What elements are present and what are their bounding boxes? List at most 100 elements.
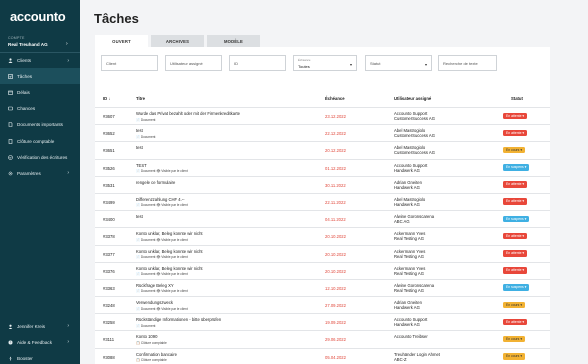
task-title[interactable]: Confirmation bancaire — [136, 352, 316, 357]
task-status[interactable]: En attente ▾ — [503, 112, 528, 119]
task-title[interactable]: Wurde das Privat bezahlt oder mit der Fi… — [136, 111, 316, 116]
task-title[interactable]: Rückfrage Beleg XY — [136, 283, 316, 288]
task-status[interactable]: En cours ▾ — [503, 146, 526, 154]
table-row[interactable]: #3111 Konto 1090 📋 Clôture comptable 29.06.… — [95, 330, 550, 347]
status-badge[interactable]: En suspens ▾ — [503, 284, 530, 291]
task-title[interactable]: rengele ce formulaire — [136, 180, 316, 185]
task-title-cell[interactable]: Confirmation bancaire 📋 Clôture comptable — [136, 352, 316, 363]
company-name[interactable]: Real Treuhand AG — [8, 42, 48, 47]
sidebar-item-settings[interactable]: Paramètres › — [0, 165, 80, 181]
status-badge[interactable]: En suspens ▾ — [503, 215, 530, 223]
status-badge[interactable]: En cours ▾ — [503, 353, 526, 360]
status-badge[interactable]: En attente ▾ — [503, 112, 528, 119]
task-status[interactable]: En suspens ▾ — [503, 215, 530, 223]
task-id[interactable]: #3651 — [103, 148, 115, 153]
task-title-cell[interactable]: test — [136, 214, 316, 221]
table-row[interactable]: #3652 test 📄 Document 22.12.2022 Abel Mastro… — [95, 124, 550, 141]
task-title[interactable]: test — [136, 145, 316, 150]
task-title-cell[interactable]: Konto unklar, Beleg konnte wir nicht 📄 Do… — [136, 249, 316, 260]
status-badge[interactable]: En attente ▾ — [503, 318, 528, 326]
task-title[interactable]: Verwendungszweck — [136, 300, 316, 305]
status-badge[interactable]: En cours ▾ — [503, 301, 526, 309]
task-id[interactable]: #3248 — [103, 303, 115, 308]
task-id[interactable]: #3377 — [103, 252, 115, 257]
task-id[interactable]: #3531 — [103, 183, 115, 188]
table-row[interactable]: #3377 Konto unklar, Beleg konnte wir nich… — [95, 244, 550, 262]
task-title-cell[interactable]: Verwendungszweck 📄 Document 👁 Visible par… — [136, 300, 316, 311]
table-row[interactable]: #3088 Confirmation bancaire 📋 Clôture comp… — [95, 347, 550, 364]
task-id[interactable]: #3607 — [103, 114, 115, 119]
task-status[interactable]: En cours ▾ — [503, 335, 526, 343]
sidebar-item-tasks[interactable]: Tâches — [0, 68, 80, 85]
task-status[interactable]: En attente ▾ — [503, 181, 528, 188]
task-title-cell[interactable]: test — [136, 145, 316, 152]
table-row[interactable]: #3378 Konto unklar, Beleg konnte wir nich… — [95, 227, 550, 244]
client-filter[interactable]: Client — [101, 55, 158, 71]
task-status[interactable]: En cours ▾ — [503, 301, 526, 309]
due-date-filter[interactable]: Échéance Toutes ▾ — [293, 55, 357, 71]
status-badge[interactable]: En cours ▾ — [503, 335, 526, 343]
task-status[interactable]: En attente ▾ — [503, 232, 528, 240]
task-status[interactable]: En attente ▾ — [503, 267, 528, 274]
task-id[interactable]: #3526 — [103, 166, 115, 171]
task-title[interactable]: Rückständige Informationen - bitte überp… — [136, 317, 316, 322]
task-id[interactable]: #3400 — [103, 217, 115, 222]
sidebar-item-important-documents[interactable]: Documents importants — [0, 117, 80, 133]
table-row[interactable]: #3526 TEST 📄 Document 👁 Visible par le cli… — [95, 158, 550, 176]
task-id[interactable]: #3499 — [103, 200, 115, 205]
task-status[interactable]: En suspens ▾ — [503, 284, 530, 291]
sidebar-item-deadlines[interactable]: Délais — [0, 84, 80, 100]
table-row[interactable]: #3258 Rückständige Informationen - bitte … — [95, 313, 550, 330]
task-title-cell[interactable]: Konto unklar, Beleg konnte wir nicht 📄 Do… — [136, 231, 316, 242]
task-title[interactable]: test — [136, 128, 316, 133]
table-row[interactable]: #3499 Differenzzahlung CHF 4.-- 📄 Document… — [95, 192, 550, 210]
task-title[interactable]: Konto unklar, Beleg konnte wir nicht — [136, 249, 316, 254]
sidebar-item-chances[interactable]: Chances — [0, 101, 80, 117]
task-title-cell[interactable]: Rückständige Informationen - bitte überp… — [136, 317, 316, 328]
task-title[interactable]: Konto unklar, Beleg konnte wir nicht — [136, 231, 316, 236]
tab-archives[interactable]: ARCHIVES — [151, 35, 204, 47]
status-badge[interactable]: En cours ▾ — [503, 146, 526, 154]
accounto-logo[interactable]: accounto — [10, 9, 66, 24]
task-status[interactable]: En attente ▾ — [503, 318, 528, 326]
task-title[interactable]: Konto 1090 — [136, 334, 316, 339]
status-badge[interactable]: En attente ▾ — [503, 198, 528, 205]
task-id[interactable]: #3378 — [103, 234, 115, 239]
table-row[interactable]: #3400 test 04.11.2022 Alwine Goronscarena AB… — [95, 210, 550, 227]
status-badge[interactable]: En suspens ▾ — [503, 164, 530, 171]
user-menu[interactable]: Jennifer Kreis › — [0, 318, 80, 334]
status-badge[interactable]: En attente ▾ — [503, 181, 528, 188]
column-title[interactable]: Titre — [136, 96, 145, 101]
tab-open[interactable]: OUVERT — [95, 35, 148, 47]
task-id[interactable]: #3258 — [103, 320, 115, 325]
task-status[interactable]: En cours ▾ — [503, 353, 526, 360]
tab-templates[interactable]: MODÈLE — [207, 35, 260, 47]
task-title-cell[interactable]: Konto unklar, Beleg konnte wir nicht 📄 Do… — [136, 266, 316, 277]
task-title-cell[interactable]: Wurde das Privat bezahlt oder mit der Fi… — [136, 111, 316, 122]
column-id[interactable]: ID ↓ — [103, 96, 110, 101]
table-row[interactable]: #3607 Wurde das Privat bezahlt oder mit d… — [95, 107, 550, 124]
assigned-user-filter[interactable]: Utilisateur assigné — [165, 55, 222, 71]
text-search-input[interactable]: Recherche de texte — [438, 55, 497, 71]
task-status[interactable]: En suspens ▾ — [503, 164, 530, 171]
booster-link[interactable]: Booster — [0, 350, 80, 364]
task-status[interactable]: En attente ▾ — [503, 198, 528, 205]
task-title-cell[interactable]: Konto 1090 📋 Clôture comptable — [136, 334, 316, 345]
status-filter[interactable]: Statut ▾ — [365, 55, 432, 71]
task-title-cell[interactable]: Differenzzahlung CHF 4.-- 📄 Document 👁 Vi… — [136, 197, 316, 208]
task-title[interactable]: Konto unklar, Beleg konnte wir nicht — [136, 266, 316, 271]
help-feedback-link[interactable]: ? Aide & Feedback › — [0, 334, 80, 350]
status-badge[interactable]: En attente ▾ — [503, 250, 528, 257]
table-row[interactable]: #3363 Rückfrage Beleg XY 📄 Document 👁 Visi… — [95, 278, 550, 296]
status-badge[interactable]: En attente ▾ — [503, 267, 528, 274]
table-row[interactable]: #3248 Verwendungszweck 📄 Document 👁 Visibl… — [95, 296, 550, 313]
task-title-cell[interactable]: rengele ce formulaire — [136, 180, 316, 187]
task-id[interactable]: #3363 — [103, 286, 115, 291]
status-badge[interactable]: En attente ▾ — [503, 129, 528, 137]
table-row[interactable]: #3531 rengele ce formulaire 30.11.2022 Adri… — [95, 175, 550, 193]
table-row[interactable]: #3376 Konto unklar, Beleg konnte wir nich… — [95, 261, 550, 279]
id-filter[interactable]: ID — [229, 55, 286, 71]
task-id[interactable]: #3376 — [103, 269, 115, 274]
column-assigned-user[interactable]: Utilisateur assigné — [394, 96, 431, 101]
sidebar-item-closing[interactable]: Clôture comptable — [0, 133, 80, 149]
